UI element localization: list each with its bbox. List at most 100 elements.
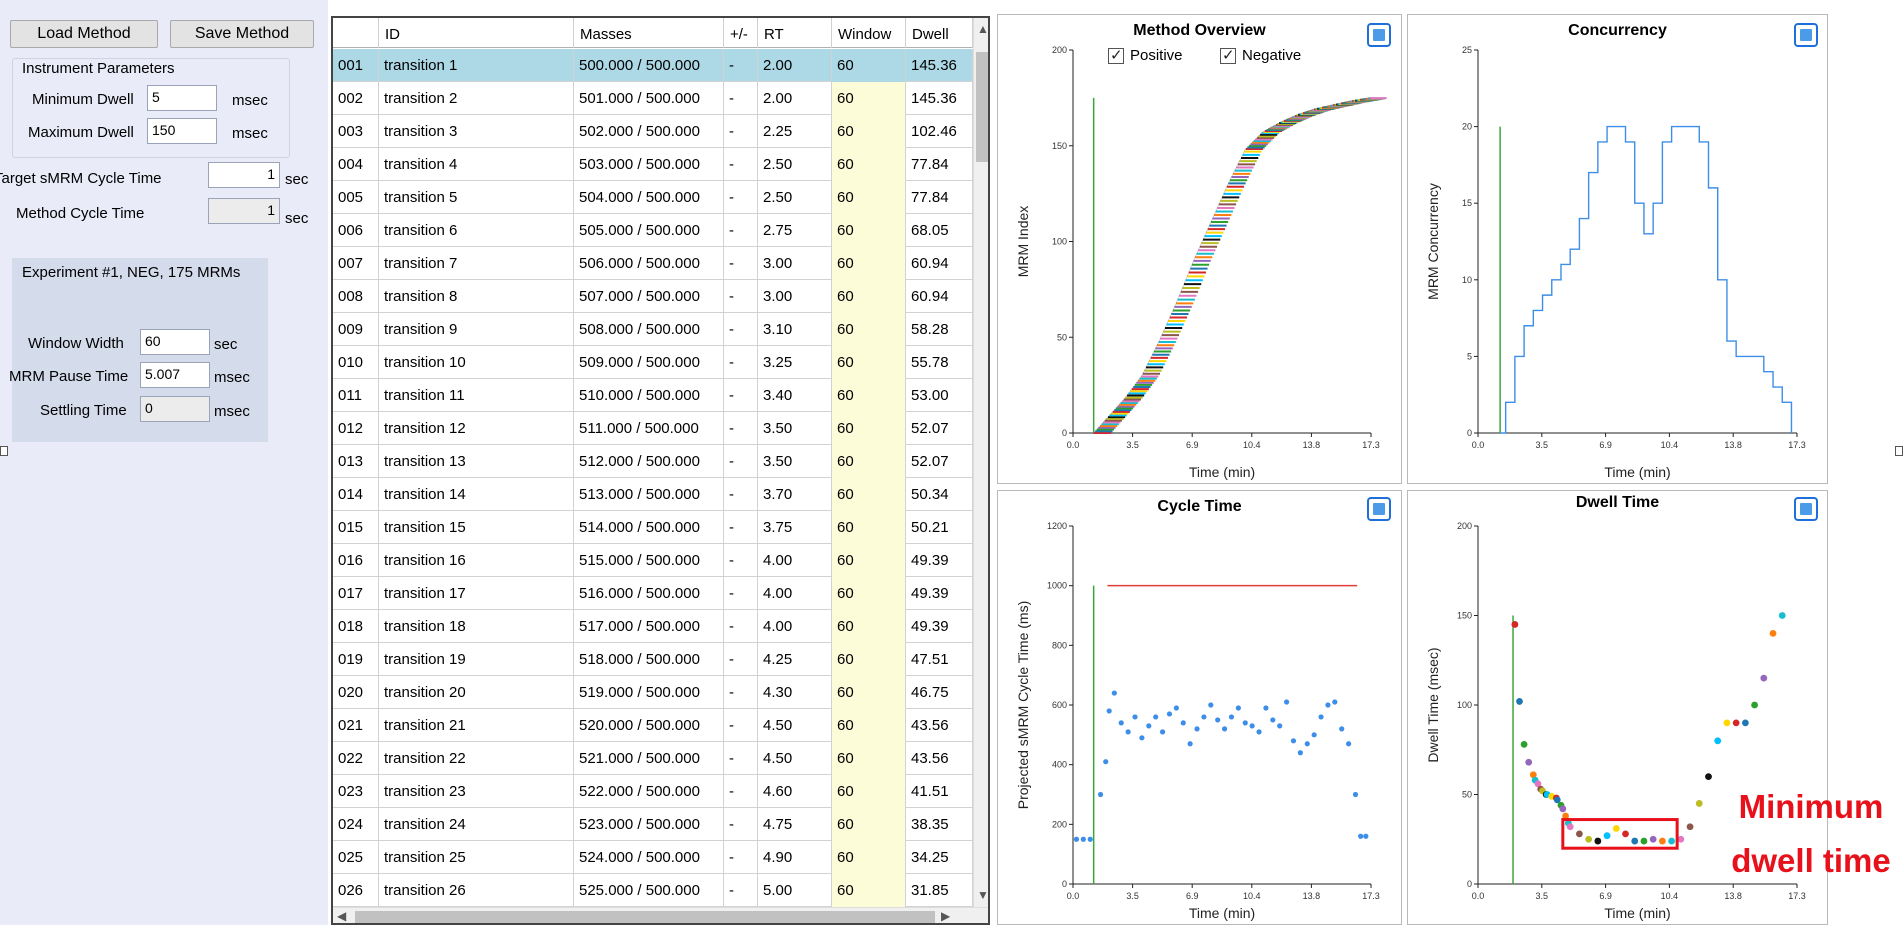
checkbox-checked-icon[interactable] [1108,46,1124,65]
id-cell[interactable]: transition 25 [379,841,574,874]
polarity-cell[interactable]: - [724,478,758,511]
polarity-cell[interactable]: - [724,577,758,610]
id-cell[interactable]: transition 3 [379,115,574,148]
id-cell[interactable]: transition 13 [379,445,574,478]
polarity-cell[interactable]: - [724,49,758,82]
column-header-rt[interactable]: RT [758,18,832,48]
dwell-cell[interactable]: 50.21 [906,511,973,544]
dwell-cell[interactable]: 60.94 [906,280,973,313]
resize-handle-left[interactable] [0,446,8,456]
polarity-cell[interactable]: - [724,181,758,214]
rt-cell[interactable]: 2.25 [758,115,832,148]
dwell-cell[interactable]: 145.36 [906,82,973,115]
masses-cell[interactable]: 503.000 / 500.000 [574,148,724,181]
window-cell[interactable]: 60 [832,610,906,643]
masses-cell[interactable]: 513.000 / 500.000 [574,478,724,511]
column-header-dwell[interactable]: Dwell [906,18,973,48]
row-number-cell[interactable]: 024 [333,808,379,841]
id-cell[interactable]: transition 8 [379,280,574,313]
table-row[interactable]: 006 transition 6 505.000 / 500.000-2.75 60 6… [333,214,973,247]
rt-cell[interactable]: 2.50 [758,148,832,181]
window-cell[interactable]: 60 [832,841,906,874]
vertical-scroll-thumb[interactable] [976,52,988,162]
rt-cell[interactable]: 3.50 [758,412,832,445]
table-row[interactable]: 005 transition 5 504.000 / 500.000-2.50 60 7… [333,181,973,214]
row-number-cell[interactable]: 004 [333,148,379,181]
masses-cell[interactable]: 514.000 / 500.000 [574,511,724,544]
table-row[interactable]: 013 transition 13 512.000 / 500.000-3.50 60… [333,445,973,478]
masses-cell[interactable]: 502.000 / 500.000 [574,115,724,148]
column-header-id[interactable]: ID [379,18,574,48]
rt-cell[interactable]: 4.60 [758,775,832,808]
polarity-cell[interactable]: - [724,148,758,181]
id-cell[interactable]: transition 6 [379,214,574,247]
table-row[interactable]: 011 transition 11 510.000 / 500.000-3.40 60… [333,379,973,412]
row-number-cell[interactable]: 023 [333,775,379,808]
rt-cell[interactable]: 4.90 [758,841,832,874]
row-number-cell[interactable]: 016 [333,544,379,577]
masses-cell[interactable]: 512.000 / 500.000 [574,445,724,478]
rt-cell[interactable]: 3.75 [758,511,832,544]
scroll-right-icon[interactable]: ▶ [941,909,950,923]
row-number-cell[interactable]: 009 [333,313,379,346]
resize-handle-right[interactable] [1895,446,1903,456]
positive-checkbox[interactable]: Positive [1108,46,1183,65]
id-cell[interactable]: transition 10 [379,346,574,379]
negative-checkbox[interactable]: Negative [1220,46,1301,65]
polarity-cell[interactable]: - [724,280,758,313]
rt-cell[interactable]: 2.00 [758,49,832,82]
table-row[interactable]: 022 transition 22 521.000 / 500.000-4.50 60… [333,742,973,775]
masses-cell[interactable]: 500.000 / 500.000 [574,49,724,82]
polarity-cell[interactable]: - [724,412,758,445]
dwell-cell[interactable]: 77.84 [906,181,973,214]
polarity-cell[interactable]: - [724,874,758,907]
masses-cell[interactable]: 511.000 / 500.000 [574,412,724,445]
masses-cell[interactable]: 515.000 / 500.000 [574,544,724,577]
masses-cell[interactable]: 520.000 / 500.000 [574,709,724,742]
id-cell[interactable]: transition 4 [379,148,574,181]
row-number-cell[interactable]: 011 [333,379,379,412]
polarity-cell[interactable]: - [724,214,758,247]
table-row[interactable]: 007 transition 7 506.000 / 500.000-3.00 60 6… [333,247,973,280]
masses-cell[interactable]: 518.000 / 500.000 [574,643,724,676]
window-cell[interactable]: 60 [832,115,906,148]
row-number-cell[interactable]: 003 [333,115,379,148]
table-row[interactable]: 018 transition 18 517.000 / 500.000-4.00 60… [333,610,973,643]
polarity-cell[interactable]: - [724,709,758,742]
row-number-cell[interactable]: 007 [333,247,379,280]
window-width-input[interactable]: 60 [140,329,210,355]
expand-chart-icon[interactable] [1367,23,1391,47]
row-number-cell[interactable]: 017 [333,577,379,610]
checkbox-checked-icon[interactable] [1220,46,1236,65]
window-cell[interactable]: 60 [832,346,906,379]
rt-cell[interactable]: 4.00 [758,577,832,610]
row-number-cell[interactable]: 025 [333,841,379,874]
window-cell[interactable]: 60 [832,280,906,313]
row-number-cell[interactable]: 022 [333,742,379,775]
table-row[interactable]: 012 transition 12 511.000 / 500.000-3.50 60… [333,412,973,445]
table-row[interactable]: 021 transition 21 520.000 / 500.000-4.50 60… [333,709,973,742]
window-cell[interactable]: 60 [832,874,906,907]
masses-cell[interactable]: 522.000 / 500.000 [574,775,724,808]
table-row[interactable]: 020 transition 20 519.000 / 500.000-4.30 60… [333,676,973,709]
rt-cell[interactable]: 3.10 [758,313,832,346]
dwell-cell[interactable]: 41.51 [906,775,973,808]
id-cell[interactable]: transition 20 [379,676,574,709]
window-cell[interactable]: 60 [832,247,906,280]
id-cell[interactable]: transition 11 [379,379,574,412]
id-cell[interactable]: transition 15 [379,511,574,544]
column-header-masses[interactable]: Masses [574,18,724,48]
masses-cell[interactable]: 507.000 / 500.000 [574,280,724,313]
save-method-button[interactable]: Save Method [170,20,314,48]
table-row[interactable]: 008 transition 8 507.000 / 500.000-3.00 60 6… [333,280,973,313]
table-row[interactable]: 024 transition 24 523.000 / 500.000-4.75 60… [333,808,973,841]
window-cell[interactable]: 60 [832,445,906,478]
scroll-left-icon[interactable]: ◀ [337,909,346,923]
polarity-cell[interactable]: - [724,676,758,709]
window-cell[interactable]: 60 [832,808,906,841]
rt-cell[interactable]: 4.50 [758,709,832,742]
dwell-cell[interactable]: 31.85 [906,874,973,907]
polarity-cell[interactable]: - [724,346,758,379]
dwell-cell[interactable]: 55.78 [906,346,973,379]
id-cell[interactable]: transition 23 [379,775,574,808]
